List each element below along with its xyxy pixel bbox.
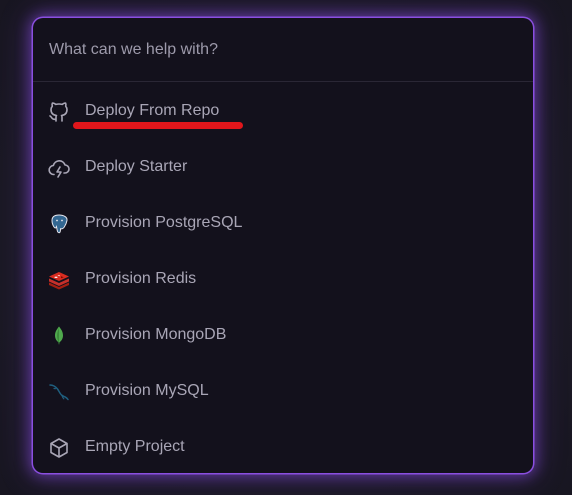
command-palette: Deploy From Repo Deploy Starter Provisio… — [33, 18, 533, 473]
redis-icon — [47, 268, 71, 292]
menu-item-provision-redis[interactable]: Provision Redis — [33, 256, 533, 304]
menu-item-provision-mongodb[interactable]: Provision MongoDB — [33, 312, 533, 360]
menu-item-label: Provision PostgreSQL — [85, 214, 243, 231]
red-underline-annotation — [73, 122, 243, 129]
menu-item-label: Provision Redis — [85, 270, 197, 287]
cube-icon — [47, 436, 71, 460]
search-bar — [33, 18, 533, 82]
menu-item-label: Provision MySQL — [85, 382, 209, 399]
menu-item-label: Deploy Starter — [85, 158, 188, 175]
menu-item-deploy-starter[interactable]: Deploy Starter — [33, 144, 533, 192]
menu-item-label: Empty Project — [85, 438, 185, 455]
mysql-icon — [47, 380, 71, 404]
menu-item-empty-project[interactable]: Empty Project — [33, 424, 533, 472]
github-icon — [47, 100, 71, 124]
menu-item-provision-mysql[interactable]: Provision MySQL — [33, 368, 533, 416]
menu-item-label: Provision MongoDB — [85, 326, 227, 343]
mongodb-icon — [47, 324, 71, 348]
postgresql-icon — [47, 212, 71, 236]
cloud-lightning-icon — [47, 156, 71, 180]
menu-item-label: Deploy From Repo — [85, 102, 220, 119]
menu-item-provision-postgresql[interactable]: Provision PostgreSQL — [33, 200, 533, 248]
search-input[interactable] — [49, 38, 509, 62]
